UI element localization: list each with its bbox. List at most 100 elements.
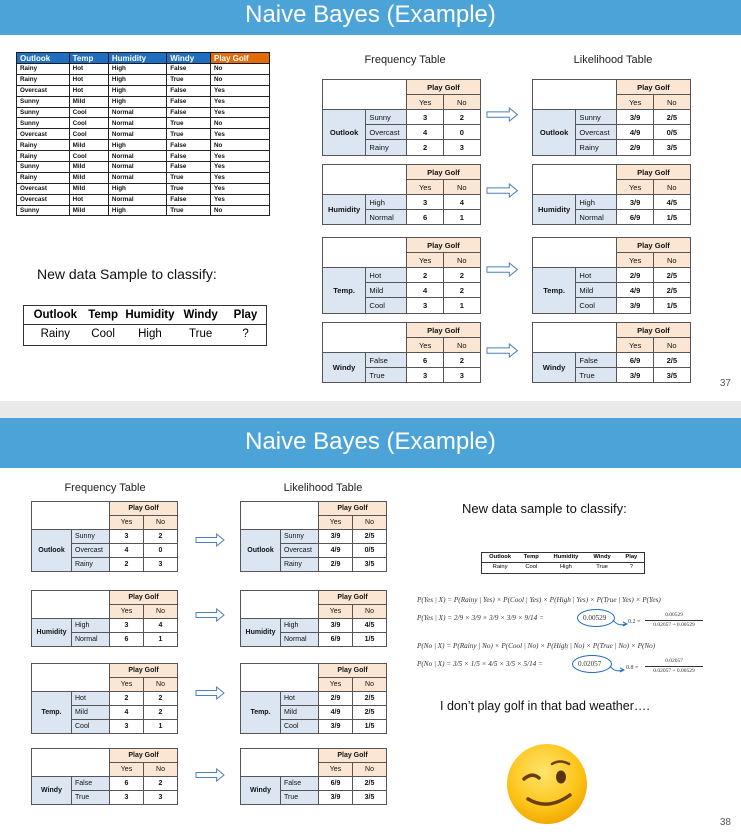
attribute-value: Hot xyxy=(575,267,618,284)
golf-cell: High xyxy=(107,182,168,195)
attribute-name: Windy xyxy=(240,776,281,805)
conclusion-text: I don’t play golf in that bad weather…. xyxy=(440,699,650,713)
no-count: 3 xyxy=(143,790,178,805)
frequency-table-outlook: Play Golf Yes No Outlook Sunny 3 2 Overcast 4 0 Ra… xyxy=(321,78,481,156)
likelihood-table-humidity: Play Golf Yes No Humidity High 3/9 4/5 Normal 6/… xyxy=(531,163,691,226)
table-row: Outlook Sunny 3 2 xyxy=(31,529,178,572)
attribute-name: Humidity xyxy=(321,194,367,226)
golf-cell: Overcast xyxy=(16,182,70,195)
frequency-table-temp: Play Golf Yes No Temp. Hot 2 2 Mild 4 2 Cool 3 1 xyxy=(321,236,481,314)
frequency-table-outlook: Play Golf Yes No Outlook Sunny 3 2 Overcast 4 0 Ra… xyxy=(31,501,178,572)
attribute-name: Windy xyxy=(31,776,72,805)
attribute-name: Outlook xyxy=(240,529,281,572)
attribute-name: Outlook xyxy=(31,529,72,572)
play-golf-header: Play Golf xyxy=(406,321,481,339)
golf-cell: Normal xyxy=(107,117,168,130)
yes-count: 4/9 xyxy=(616,124,654,141)
no-count: 0/5 xyxy=(652,124,691,141)
golf-cell: Sunny xyxy=(16,204,70,217)
no-count: 1/5 xyxy=(652,297,691,314)
likelihood-table-outlook: Play Golf Yes No Outlook Sunny 3/9 2/5 Overcast… xyxy=(240,501,387,572)
golf-cell: False xyxy=(166,84,211,97)
golf-cell: No xyxy=(209,63,271,75)
attribute-value: Sunny xyxy=(280,529,319,544)
formula-yes-definition: P(Yes | X) = P(Rainy | Yes) × P(Cool | Y… xyxy=(417,596,661,604)
no-count: 2 xyxy=(143,776,178,791)
attribute-value: Mild xyxy=(575,282,618,299)
golf-row: Overcast Cool Normal True Yes xyxy=(16,128,271,141)
no-header: No xyxy=(352,604,387,619)
golf-cell: High xyxy=(107,73,168,86)
attribute-value: True xyxy=(71,790,110,805)
golf-row: Rainy Hot High True No xyxy=(16,73,271,86)
golf-col-header: Outlook xyxy=(16,52,70,64)
yes-count: 2/9 xyxy=(616,267,654,284)
yes-count: 3/9 xyxy=(616,109,654,126)
attribute-value: True xyxy=(575,367,618,384)
golf-cell: Normal xyxy=(107,161,168,173)
golf-cell: False xyxy=(166,106,211,119)
attribute-name: Temp. xyxy=(240,691,281,734)
no-count: 2 xyxy=(442,282,481,299)
golf-row: Overcast Mild High True Yes xyxy=(16,182,271,195)
table-corner xyxy=(240,663,319,692)
golf-row: Rainy Cool Normal False Yes xyxy=(16,150,271,163)
no-count: 1 xyxy=(143,719,178,734)
attribute-value: Hot xyxy=(280,691,319,706)
no-count: 2/5 xyxy=(352,776,387,791)
golf-cell: Normal xyxy=(107,171,168,184)
table-corner xyxy=(321,321,408,354)
no-count: 2 xyxy=(143,691,178,706)
golf-cell: High xyxy=(107,139,168,152)
yes-count: 4 xyxy=(109,705,144,720)
formula-yes-calculation: P(Yes | X) = 2/9 × 3/9 × 3/9 × 3/9 × 9/1… xyxy=(417,614,544,622)
golf-cell: Cool xyxy=(68,150,109,163)
attribute-value: Mild xyxy=(280,705,319,720)
no-link-arrow xyxy=(609,665,625,673)
sample-header: Humidity xyxy=(553,554,579,560)
page-number: 38 xyxy=(719,817,731,828)
golf-cell: Mild xyxy=(68,182,109,195)
attribute-value: Rainy xyxy=(71,557,110,572)
no-count: 1 xyxy=(143,632,178,647)
golf-cell: No xyxy=(209,204,271,217)
likelihood-table-caption: Likelihood Table xyxy=(283,482,363,494)
golf-row: Rainy Mild Normal True Yes xyxy=(16,171,271,184)
no-count: 2 xyxy=(143,529,178,544)
yes-count: 2/9 xyxy=(318,557,353,572)
attribute-value: High xyxy=(280,618,319,633)
new-sample-table: Outlook Temp Humidity Windy Play Rainy Cool Hig… xyxy=(23,305,267,346)
attribute-value: High xyxy=(575,194,618,211)
yes-count: 3/9 xyxy=(616,194,654,211)
yes-count: 3 xyxy=(109,618,144,633)
no-count: 4 xyxy=(442,194,481,211)
attribute-value: Overcast xyxy=(365,124,408,141)
yes-count: 2 xyxy=(109,691,144,706)
no-header: No xyxy=(352,677,387,692)
table-row: Temp. Hot 2 2 xyxy=(321,267,481,314)
frequency-table-windy: Play Golf Yes No Windy False 6 2 True 3 3 xyxy=(31,748,178,805)
attribute-value: Sunny xyxy=(575,109,618,126)
table-row: Windy False 6 2 xyxy=(321,352,481,384)
golf-cell: True xyxy=(166,73,211,86)
no-count: 3 xyxy=(442,139,481,156)
attribute-name: Humidity xyxy=(31,618,72,647)
no-count: 2/5 xyxy=(652,267,691,284)
sample-value: High xyxy=(559,564,572,570)
yes-count: 3 xyxy=(406,297,444,314)
table-corner xyxy=(531,78,618,111)
table-corner xyxy=(531,163,618,196)
sample-header: Play xyxy=(233,309,258,321)
golf-col-header: Humidity xyxy=(107,52,168,64)
yes-header: Yes xyxy=(616,337,654,354)
golf-cell: Cool xyxy=(68,106,109,119)
attribute-value: Rainy xyxy=(575,139,618,156)
golf-row: Sunny Mild High False Yes xyxy=(16,95,271,108)
sample-header: Humidity xyxy=(125,309,175,321)
golf-cell: Sunny xyxy=(16,161,70,173)
play-golf-header: Play Golf xyxy=(318,590,387,605)
yes-header: Yes xyxy=(406,179,444,196)
yes-count: 3 xyxy=(406,367,444,384)
frequency-table-humidity: Play Golf Yes No Humidity High 3 4 Normal 6 1 xyxy=(321,163,481,226)
yes-fraction-numerator: 0.00529 xyxy=(665,612,683,618)
